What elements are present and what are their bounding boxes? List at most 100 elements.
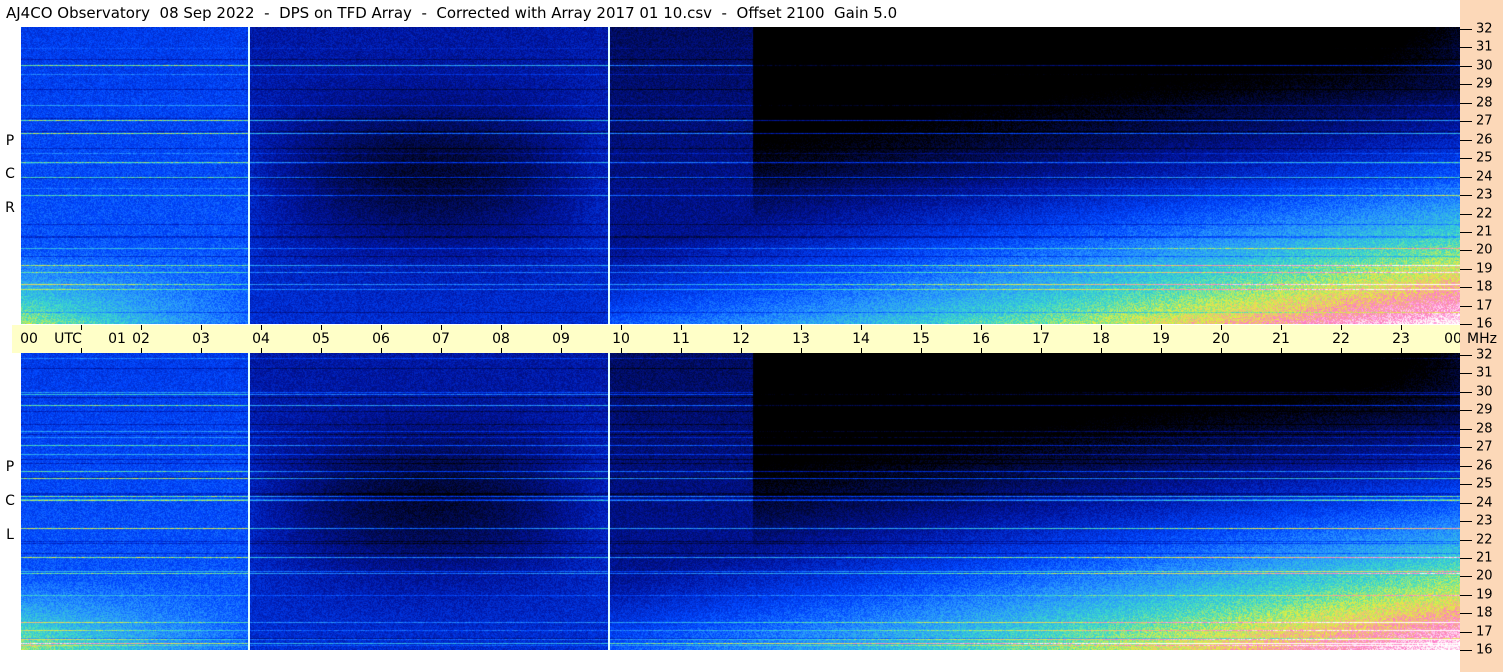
freq-tick bbox=[1460, 250, 1472, 252]
calibration-line bbox=[608, 353, 610, 650]
time-tick bbox=[621, 348, 622, 353]
freq-label: 20 bbox=[1476, 242, 1493, 258]
freq-label: 28 bbox=[1476, 421, 1493, 437]
time-tick bbox=[81, 325, 82, 330]
freq-label: 19 bbox=[1476, 261, 1493, 277]
freq-label: 31 bbox=[1476, 39, 1493, 55]
time-tick bbox=[201, 325, 202, 330]
time-tick bbox=[1401, 348, 1402, 353]
time-tick bbox=[741, 325, 742, 330]
time-tick bbox=[1161, 348, 1162, 353]
freq-tick bbox=[1460, 268, 1472, 270]
time-tick bbox=[1281, 348, 1282, 353]
freq-label: 28 bbox=[1476, 95, 1493, 111]
time-label: 21 bbox=[1272, 331, 1290, 347]
freq-label: 24 bbox=[1476, 169, 1493, 185]
time-tick bbox=[201, 348, 202, 353]
time-tick bbox=[1221, 348, 1222, 353]
time-tick bbox=[1161, 325, 1162, 330]
time-tick bbox=[1341, 325, 1342, 330]
freq-label: 23 bbox=[1476, 513, 1493, 529]
freq-tick bbox=[1460, 355, 1472, 356]
time-tick bbox=[141, 325, 142, 330]
freq-tick bbox=[1460, 84, 1472, 86]
freq-tick bbox=[1460, 139, 1472, 141]
time-label: 10 bbox=[612, 331, 630, 347]
time-label: 17 bbox=[1032, 331, 1050, 347]
time-label: 13 bbox=[792, 331, 810, 347]
freq-tick bbox=[1460, 557, 1472, 559]
freq-tick bbox=[1460, 428, 1472, 430]
time-label: UTC bbox=[54, 331, 82, 347]
time-tick bbox=[1041, 325, 1042, 330]
freq-label: 32 bbox=[1476, 21, 1493, 37]
time-label: 20 bbox=[1212, 331, 1230, 347]
time-tick bbox=[621, 325, 622, 330]
freq-label: 24 bbox=[1476, 495, 1493, 511]
freq-tick bbox=[1460, 410, 1472, 412]
time-tick bbox=[921, 325, 922, 330]
time-label: 00 bbox=[20, 331, 38, 347]
freq-tick bbox=[1460, 121, 1472, 123]
time-label: 12 bbox=[732, 331, 750, 347]
freq-label: 26 bbox=[1476, 132, 1493, 148]
time-tick bbox=[501, 325, 502, 330]
time-label: 23 bbox=[1392, 331, 1410, 347]
time-tick bbox=[261, 325, 262, 330]
time-tick bbox=[81, 348, 82, 353]
freq-tick bbox=[1460, 176, 1472, 178]
time-label: 16 bbox=[972, 331, 990, 347]
time-label: 06 bbox=[372, 331, 390, 347]
freq-label: 27 bbox=[1476, 439, 1493, 455]
freq-tick bbox=[1460, 231, 1472, 233]
time-label: 05 bbox=[312, 331, 330, 347]
freq-tick bbox=[1460, 65, 1472, 67]
freq-label: 20 bbox=[1476, 568, 1493, 584]
time-label: 01 bbox=[108, 331, 126, 347]
time-tick bbox=[1401, 325, 1402, 330]
calibration-line bbox=[248, 353, 250, 650]
calibration-line bbox=[248, 27, 250, 324]
freq-label: 30 bbox=[1476, 58, 1493, 74]
freq-tick bbox=[1460, 631, 1472, 633]
time-tick bbox=[561, 325, 562, 330]
freq-label: 30 bbox=[1476, 384, 1493, 400]
freq-label: 16 bbox=[1476, 316, 1493, 332]
freq-tick bbox=[1460, 613, 1472, 615]
lcp-label-c: C bbox=[5, 493, 15, 509]
rcp-label-p: R bbox=[5, 200, 15, 216]
freq-label: 18 bbox=[1476, 279, 1493, 295]
time-tick bbox=[681, 348, 682, 353]
time-tick bbox=[861, 325, 862, 330]
time-label: 14 bbox=[852, 331, 870, 347]
freq-tick bbox=[1460, 465, 1472, 467]
time-label: 19 bbox=[1152, 331, 1170, 347]
time-label: 04 bbox=[252, 331, 270, 347]
freq-tick bbox=[1460, 305, 1472, 307]
time-label: 02 bbox=[132, 331, 150, 347]
freq-label: 19 bbox=[1476, 587, 1493, 603]
time-tick bbox=[741, 348, 742, 353]
freq-tick bbox=[1460, 29, 1472, 30]
time-tick bbox=[441, 348, 442, 353]
time-tick bbox=[681, 325, 682, 330]
time-tick bbox=[1101, 348, 1102, 353]
freq-label: 32 bbox=[1476, 347, 1493, 363]
time-tick bbox=[381, 348, 382, 353]
freq-tick bbox=[1460, 324, 1472, 326]
freq-label: 18 bbox=[1476, 605, 1493, 621]
freq-label: 21 bbox=[1476, 550, 1493, 566]
freq-tick bbox=[1460, 594, 1472, 596]
freq-tick bbox=[1460, 502, 1472, 504]
time-label: 11 bbox=[672, 331, 690, 347]
time-tick bbox=[1341, 348, 1342, 353]
time-tick bbox=[141, 348, 142, 353]
time-tick bbox=[921, 348, 922, 353]
time-tick bbox=[981, 325, 982, 330]
freq-tick bbox=[1460, 102, 1472, 104]
time-tick bbox=[561, 348, 562, 353]
lcp-label-p: L bbox=[6, 527, 14, 543]
time-label: 03 bbox=[192, 331, 210, 347]
time-label: 22 bbox=[1332, 331, 1350, 347]
freq-label: 17 bbox=[1476, 624, 1493, 640]
